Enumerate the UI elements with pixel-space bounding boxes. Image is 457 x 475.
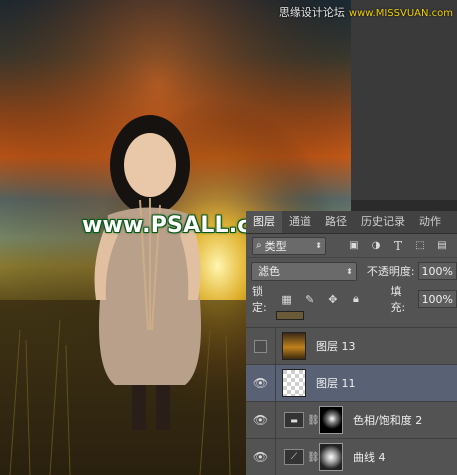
blend-mode-value: 滤色 [258,265,280,278]
site-watermark: 思缘设计论坛 www.MISSVUAN.com [279,4,453,20]
layers-panel: 图层 通道 路径 历史记录 动作 ⌕ 类型 ⬍ ▣ ◑ T ⬚ ▤ 滤色 ⬍ 不… [246,211,457,475]
panel-tab-bar: 图层 通道 路径 历史记录 动作 [246,211,457,234]
tab-history[interactable]: 历史记录 [354,211,412,233]
hue-saturation-adjustment-icon: ▬ [284,412,304,428]
chevron-updown-icon: ⬍ [346,266,353,276]
lock-transparent-icon[interactable]: ▦ [280,292,293,306]
layer-row-selected[interactable]: 👁︎ 图层 11 [246,364,457,401]
visibility-toggle[interactable] [246,328,276,364]
lock-row: 锁定: ▦ ✎ ✥ 🔒︎ 填充: 100% [246,285,457,314]
eye-icon: 👁︎ [252,413,269,427]
chevron-updown-icon: ⬍ [315,241,322,250]
tab-actions[interactable]: 动作 [412,211,448,233]
shape-filter-icon[interactable]: ⬚ [412,239,428,253]
tab-channels[interactable]: 通道 [282,211,318,233]
tab-paths[interactable]: 路径 [318,211,354,233]
opacity-input[interactable]: 100% [417,262,457,280]
layer-thumbnail-partial [276,311,304,320]
eye-icon: 👁︎ [252,376,269,390]
filter-kind-select[interactable]: ⌕ 类型 ⬍ [252,236,326,255]
layer-mask-thumbnail [319,443,343,471]
layer-mask-thumbnail [319,406,343,434]
type-filter-icon[interactable]: T [390,239,406,253]
lock-label: 锁定: [252,285,267,314]
curves-adjustment-icon: ⟋ [284,449,304,465]
lock-all-icon[interactable]: 🔒︎ [349,292,362,306]
smart-object-filter-icon[interactable]: ▤ [434,239,450,253]
site-watermark-url: www.MISSVUAN.com [348,8,453,19]
layer-thumbnail [282,332,306,360]
layer-filter-row: ⌕ 类型 ⬍ ▣ ◑ T ⬚ ▤ [246,234,457,258]
mask-link-icon[interactable]: ⛓︎ [307,452,320,463]
site-watermark-text: 思缘设计论坛 [278,6,345,19]
mask-link-icon[interactable]: ⛓︎ [307,415,320,426]
layer-row[interactable]: 👁︎ ▬ ⛓︎ 色相/饱和度 2 [246,401,457,438]
workspace-background [351,0,457,200]
layer-row[interactable]: 图层 13 [246,327,457,364]
layer-name: 图层 11 [316,377,356,390]
visibility-off-box [254,339,267,353]
visibility-toggle[interactable]: 👁︎ [246,402,276,438]
fill-label: 填充: [390,285,406,314]
lock-paint-icon[interactable]: ✎ [303,292,316,306]
eye-icon: 👁︎ [252,450,269,464]
layer-row[interactable]: 👁︎ ⟋ ⛓︎ 曲线 4 [246,438,457,475]
blend-row: 滤色 ⬍ 不透明度: 100% [246,259,457,283]
opacity-label: 不透明度: [366,265,415,278]
layer-thumbnail [282,369,306,397]
layer-name: 曲线 4 [353,451,386,464]
layer-name: 色相/饱和度 2 [353,414,423,427]
filter-kind-value: 类型 [264,239,287,253]
image-filter-icon[interactable]: ▣ [346,239,362,253]
search-icon: ⌕ [256,240,262,251]
visibility-toggle[interactable]: 👁︎ [246,439,276,475]
fill-input[interactable]: 100% [417,290,457,308]
visibility-toggle[interactable]: 👁︎ [246,365,276,401]
lock-move-icon[interactable]: ✥ [326,292,339,306]
blend-mode-select[interactable]: 滤色 ⬍ [251,261,357,281]
layer-name: 图层 13 [316,340,356,353]
adjustment-filter-icon[interactable]: ◑ [368,239,384,253]
tab-layers[interactable]: 图层 [246,211,282,233]
